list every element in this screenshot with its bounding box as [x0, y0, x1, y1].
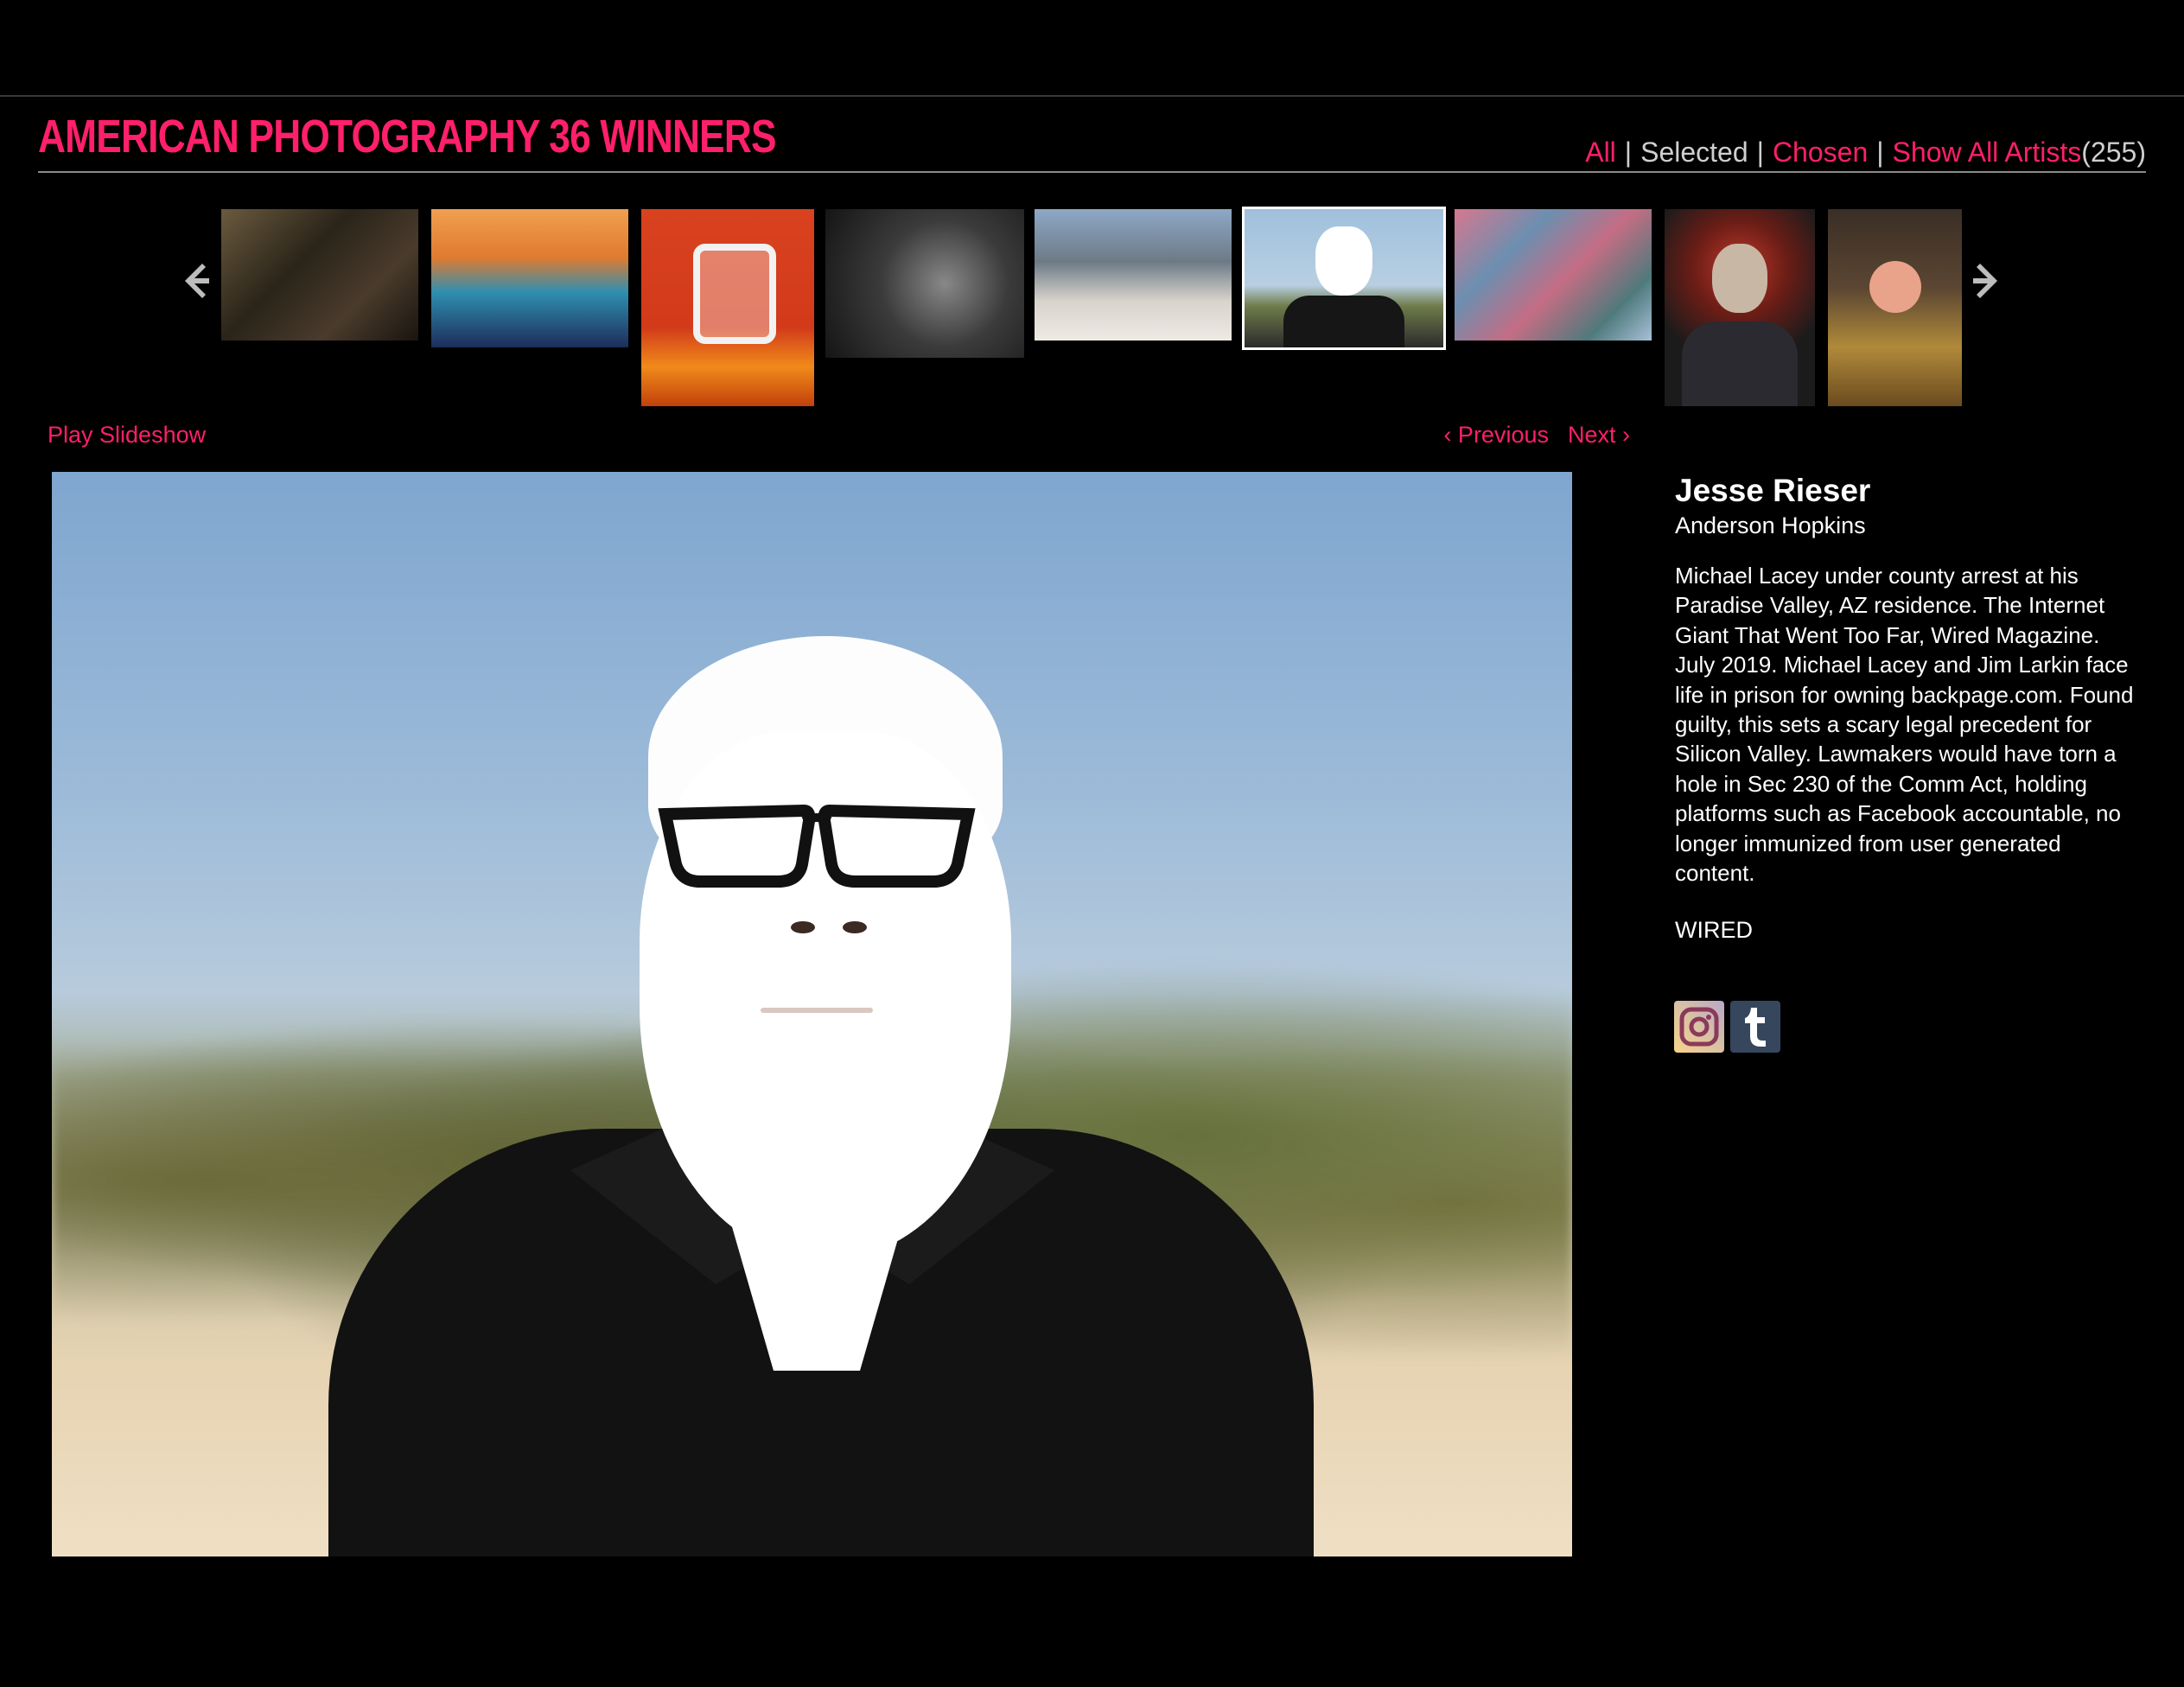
filter-selected-label[interactable]: Selected	[1640, 137, 1748, 168]
thumbnail-backpack-shape	[693, 244, 776, 344]
nav-separator: |	[1624, 137, 1633, 168]
thumbnail-1[interactable]	[221, 209, 418, 341]
thumbnail-4[interactable]	[825, 209, 1024, 358]
client-name: WIRED	[1675, 917, 1753, 943]
main-photo[interactable]	[52, 472, 1572, 1556]
tumblr-icon[interactable]	[1730, 1001, 1780, 1053]
filter-chosen-link[interactable]: Chosen	[1773, 137, 1868, 168]
next-link[interactable]: Next ›	[1568, 422, 1630, 448]
thumbnail-6-active[interactable]	[1242, 207, 1446, 350]
pager: ‹ Previous Next ›	[1443, 422, 1630, 449]
thumbnail-flower-shape	[1869, 261, 1921, 313]
photo-mouth	[761, 1008, 873, 1013]
show-all-artists-link[interactable]: Show All Artists	[1893, 137, 2082, 168]
artist-count: (255)	[2081, 137, 2146, 168]
thumbnail-9[interactable]	[1828, 209, 1962, 406]
arrow-left-icon[interactable]	[173, 255, 216, 307]
thumbnail-suit-shape	[1682, 321, 1798, 406]
thumbnail-face-shape	[1315, 226, 1372, 296]
filter-all-link[interactable]: All	[1585, 137, 1616, 168]
thumbnail-head-shape	[1712, 244, 1767, 313]
instagram-icon[interactable]	[1674, 1001, 1724, 1053]
play-slideshow-link[interactable]: Play Slideshow	[48, 422, 206, 449]
header-divider	[38, 171, 2146, 173]
nav-separator: |	[1756, 137, 1764, 168]
thumbnail-2[interactable]	[431, 209, 628, 347]
photo-nostril-left	[791, 921, 815, 933]
agency-name[interactable]: Anderson Hopkins	[1675, 511, 1866, 540]
thumbnail-8[interactable]	[1665, 209, 1815, 406]
previous-link[interactable]: ‹ Previous	[1443, 422, 1549, 448]
photo-nostril-right	[843, 921, 867, 933]
artist-name[interactable]: Jesse Rieser	[1675, 472, 1870, 510]
top-divider	[0, 95, 2184, 97]
filter-nav: All | Selected | Chosen | Show All Artists(255…	[1585, 134, 2146, 170]
thumbnail-5[interactable]	[1035, 209, 1232, 341]
page-title[interactable]: AMERICAN PHOTOGRAPHY 36 WINNERS	[38, 111, 777, 162]
glasses-shape	[657, 795, 977, 890]
arrow-right-icon[interactable]	[1966, 255, 2009, 307]
nav-separator: |	[1876, 137, 1884, 168]
thumbnail-shirt-shape	[1283, 296, 1404, 347]
image-description: Michael Lacey under county arrest at his…	[1675, 563, 2134, 887]
thumbnail-7[interactable]	[1455, 209, 1652, 341]
thumbnail-3[interactable]	[641, 209, 814, 406]
